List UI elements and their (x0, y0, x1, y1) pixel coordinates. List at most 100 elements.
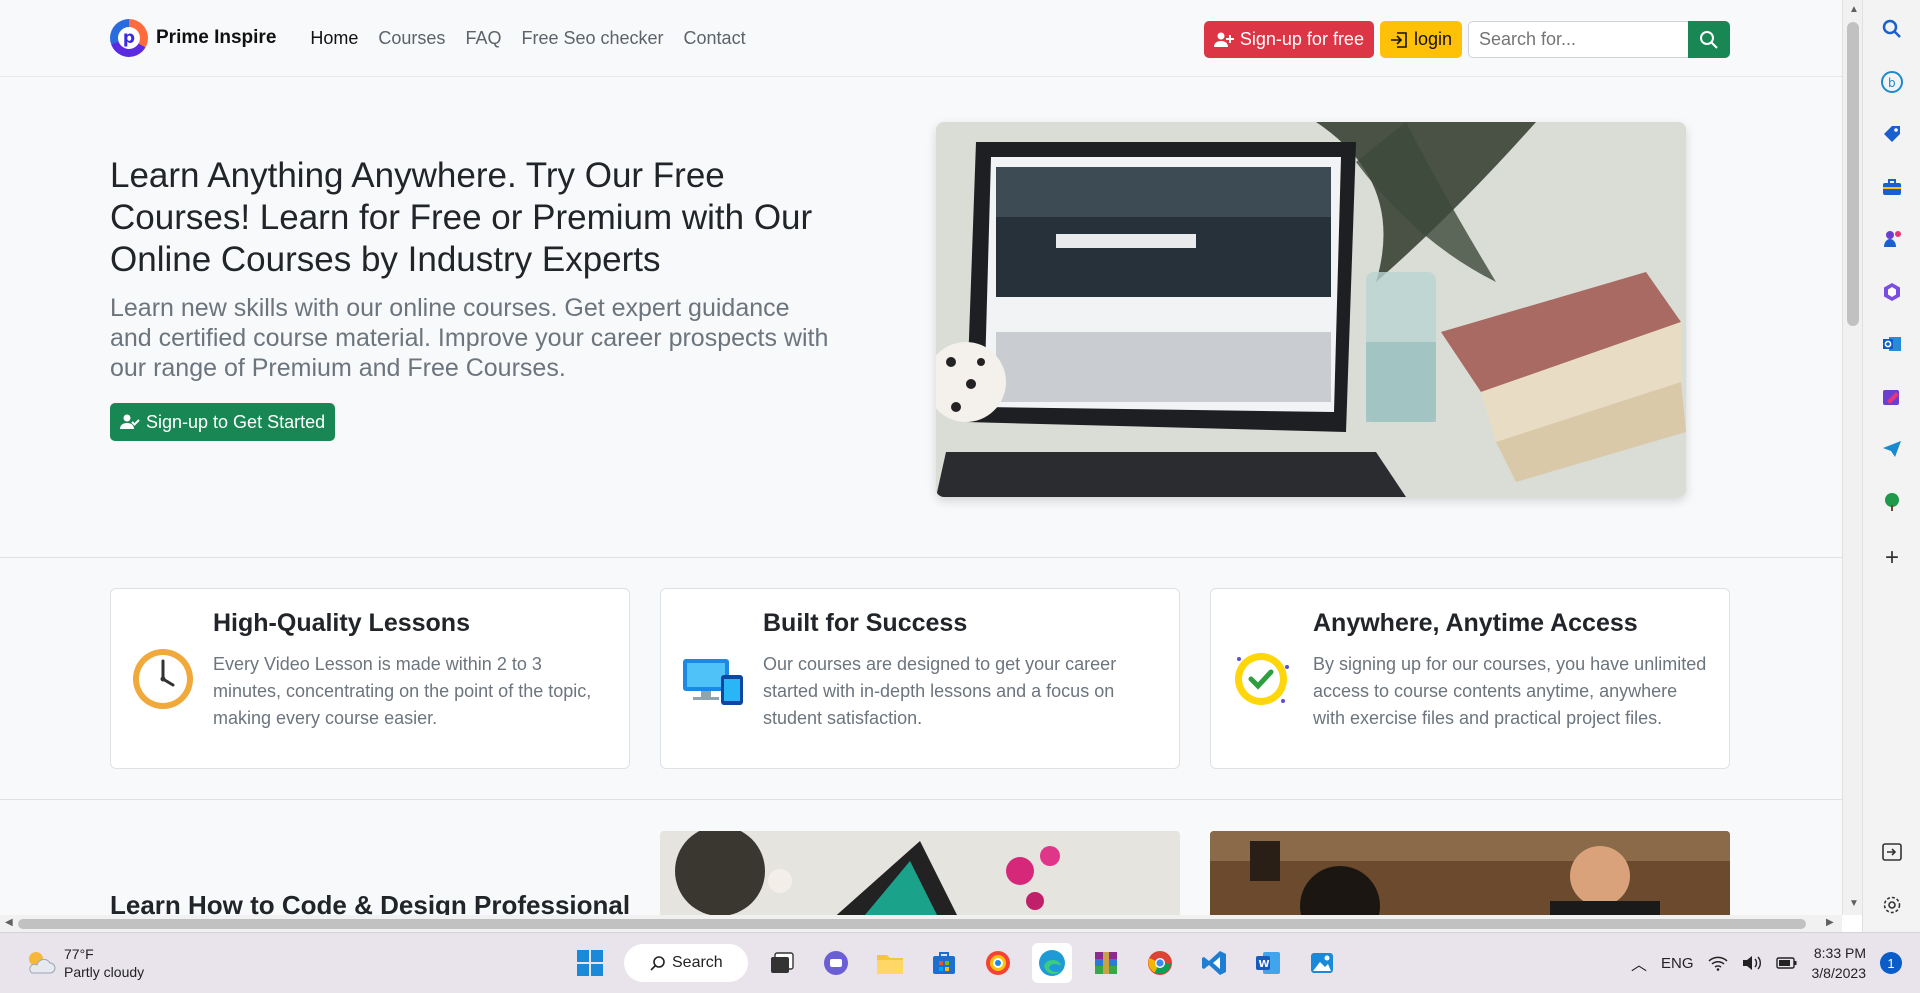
clock-icon (131, 647, 195, 711)
feature-text: By signing up for our courses, you have … (1313, 654, 1707, 728)
course-thumbnail[interactable] (660, 831, 1180, 915)
word-icon[interactable]: W (1248, 943, 1288, 983)
signup-button[interactable]: Sign-up for free (1203, 21, 1374, 58)
feature-card: High-Quality Lessons Every Video Lesson … (110, 588, 630, 769)
office-icon[interactable] (1880, 280, 1904, 304)
horizontal-scroll-thumb[interactable] (18, 919, 1806, 929)
signup-button-label: Sign-up for free (1239, 29, 1364, 49)
nav-link-courses[interactable]: Courses (378, 28, 445, 49)
add-icon[interactable]: + (1880, 544, 1904, 571)
devices-icon (681, 647, 745, 711)
windows-start-icon[interactable] (570, 943, 610, 983)
course-thumbnail[interactable] (1210, 831, 1730, 915)
tools-icon[interactable] (1880, 175, 1904, 199)
get-started-button[interactable]: Sign-up to Get Started (110, 403, 336, 441)
search-button[interactable] (1688, 21, 1730, 58)
winrar-icon[interactable] (1086, 943, 1126, 983)
scroll-left-icon[interactable]: ◀ (5, 917, 13, 928)
settings-icon[interactable] (1880, 893, 1904, 917)
login-button[interactable]: login (1379, 21, 1462, 58)
login-button-label: login (1413, 29, 1452, 49)
user-plus-icon (1213, 32, 1234, 47)
nav-link-faq[interactable]: FAQ (465, 28, 501, 49)
chrome-icon[interactable] (1140, 943, 1180, 983)
hero-lead: Learn new skills with our online courses… (110, 294, 829, 382)
games-icon[interactable] (1880, 227, 1904, 251)
battery-icon[interactable] (1775, 955, 1798, 971)
vscode-icon[interactable] (1194, 943, 1234, 983)
feature-title: High-Quality Lessons (213, 609, 470, 637)
check-badge-icon (1231, 647, 1295, 711)
chromium-app-icon[interactable] (978, 943, 1018, 983)
feature-card: Built for Success Our courses are design… (660, 588, 1180, 769)
microsoft-store-icon[interactable] (924, 943, 964, 983)
feature-text: Our courses are designed to get your car… (763, 654, 1117, 728)
edge-browser-icon[interactable] (1032, 943, 1072, 983)
shopping-tag-icon[interactable] (1880, 122, 1904, 146)
nav-actions: Sign-up for free login (1203, 21, 1730, 58)
nav-link-seo-checker[interactable]: Free Seo checker (521, 28, 663, 49)
nav-link-contact[interactable]: Contact (684, 28, 746, 49)
scroll-down-icon[interactable]: ▼ (1849, 898, 1859, 909)
search-icon (1700, 30, 1718, 49)
brand-link[interactable]: p Prime Inspire (110, 19, 276, 57)
nav-links: Home Courses FAQ Free Seo checker Contac… (310, 28, 745, 49)
system-tray: ︿ ENG 8:33 PM 3/8/2023 1 (1631, 943, 1902, 983)
search-group (1468, 21, 1730, 58)
search-icon (650, 956, 665, 971)
teams-chat-icon[interactable] (816, 943, 856, 983)
login-icon (1390, 31, 1407, 48)
browser-viewport: p Prime Inspire Home Courses FAQ Free Se… (0, 0, 1842, 915)
get-started-label: Sign-up to Get Started (146, 411, 326, 432)
scroll-up-icon[interactable]: ▲ (1849, 4, 1859, 15)
file-explorer-icon[interactable] (870, 943, 910, 983)
section-divider (0, 557, 1842, 558)
language-indicator[interactable]: ENG (1661, 955, 1694, 972)
feature-title: Built for Success (763, 609, 968, 637)
weather-temp: 77°F (64, 946, 94, 962)
edge-sidebar: b + (1862, 0, 1920, 932)
wifi-icon[interactable] (1707, 955, 1728, 971)
hero-image (936, 122, 1686, 497)
feature-text: Every Video Lesson is made within 2 to 3… (213, 654, 592, 728)
section-divider (0, 799, 1842, 800)
clock-time: 8:33 PM (1813, 945, 1866, 961)
search-input[interactable] (1468, 21, 1688, 58)
svg-text:W: W (1259, 959, 1270, 970)
volume-icon[interactable] (1742, 955, 1762, 971)
photos-icon[interactable] (1302, 943, 1342, 983)
taskbar: 77°F Partly cloudy Search W ︿ ENG 8:33 P… (0, 932, 1920, 993)
weather-condition: Partly cloudy (64, 964, 145, 980)
svg-text:b: b (1888, 76, 1896, 90)
tree-icon[interactable] (1880, 490, 1904, 514)
clock[interactable]: 8:33 PM 3/8/2023 (1812, 943, 1867, 983)
feature-card: Anywhere, Anytime Access By signing up f… (1210, 588, 1730, 769)
show-hidden-icons-icon[interactable]: ︿ (1631, 951, 1647, 975)
partly-cloudy-icon (29, 952, 56, 974)
notification-badge[interactable]: 1 (1880, 952, 1902, 974)
brand-name: Prime Inspire (156, 27, 277, 48)
taskbar-apps: Search W (570, 943, 1342, 983)
hero-title: Learn Anything Anywhere. Try Our Free Co… (110, 156, 813, 279)
task-view-icon[interactable] (762, 943, 802, 983)
search-icon[interactable] (1880, 17, 1904, 41)
vertical-scroll-thumb[interactable] (1847, 22, 1859, 326)
scroll-right-icon[interactable]: ▶ (1826, 917, 1834, 928)
section-title: Learn How to Code & Design Professional (110, 890, 631, 915)
taskbar-search[interactable]: Search (624, 944, 748, 982)
outlook-icon[interactable] (1880, 332, 1904, 356)
brand-logo-icon: p (110, 19, 148, 57)
clock-date: 3/8/2023 (1811, 965, 1867, 981)
hide-sidebar-icon[interactable] (1880, 840, 1904, 864)
horizontal-scrollbar[interactable]: ◀ ▶ (0, 915, 1842, 932)
vertical-scrollbar[interactable]: ▲ ▼ (1842, 0, 1862, 915)
feature-title: Anywhere, Anytime Access (1313, 609, 1638, 637)
send-icon[interactable] (1880, 437, 1904, 461)
designer-icon[interactable] (1880, 385, 1904, 409)
user-check-icon (120, 414, 140, 429)
weather-widget[interactable]: 77°F Partly cloudy (24, 945, 144, 981)
bing-chat-icon[interactable]: b (1880, 70, 1904, 94)
nav-link-home[interactable]: Home (310, 28, 358, 49)
taskbar-search-label: Search (672, 954, 723, 971)
navbar: p Prime Inspire Home Courses FAQ Free Se… (0, 0, 1842, 77)
